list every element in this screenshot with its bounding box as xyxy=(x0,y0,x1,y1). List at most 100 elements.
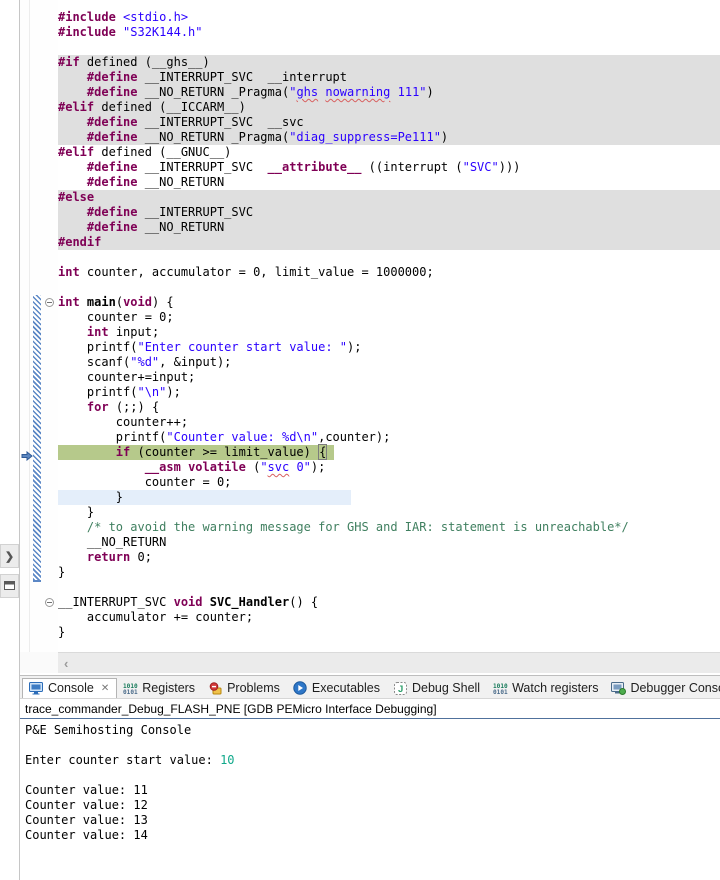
console-line: Counter value: 12 xyxy=(25,798,720,813)
code-token: "diag_suppress=Pe111" xyxy=(289,130,441,144)
code-line: int main(void) { xyxy=(58,295,720,310)
code-token: __INTERRUPT_SVC __interrupt xyxy=(137,70,347,84)
code-line: #define __NO_RETURN _Pragma("diag_suppre… xyxy=(58,130,720,145)
current-line-highlight: } xyxy=(58,490,351,505)
code-token: counter++; xyxy=(58,415,189,429)
console-title: trace_commander_Debug_FLASH_PNE [GDB PEM… xyxy=(20,699,720,719)
code-line: counter++; xyxy=(58,415,720,430)
code-token: __NO_RETURN xyxy=(137,220,225,234)
scrollbar-corner xyxy=(20,652,58,673)
code-token: void xyxy=(123,295,152,309)
code-line: printf("Counter value: %d\n",counter); xyxy=(58,430,720,445)
tab-problems[interactable]: Problems xyxy=(202,679,287,698)
quick-diff-change-bar[interactable] xyxy=(33,295,41,582)
collapse-icon[interactable] xyxy=(45,598,54,607)
horizontal-scrollbar[interactable]: ‹ xyxy=(20,652,720,673)
restore-window-button[interactable] xyxy=(0,574,19,598)
console-icon xyxy=(29,681,44,695)
code-line: #include "S32K144.h" xyxy=(58,25,720,40)
code-token: ))) xyxy=(498,160,521,174)
debugger-console-icon xyxy=(611,681,627,695)
code-line: __asm volatile ("svc 0"); xyxy=(58,460,720,475)
code-token: #endif xyxy=(58,235,102,249)
code-token: #define xyxy=(86,85,138,99)
code-line: printf("\n"); xyxy=(58,385,720,400)
code-line: #define __INTERRUPT_SVC xyxy=(58,205,720,220)
code-token: "\n" xyxy=(137,385,167,399)
code-token: ); xyxy=(166,385,181,399)
code-token: SVC_Handler xyxy=(209,595,290,609)
tab-debugger-console[interactable]: Debugger Console xyxy=(605,679,720,698)
editor-gutter[interactable] xyxy=(20,0,58,652)
tab-label: Debug Shell xyxy=(411,681,481,695)
instruction-pointer-icon xyxy=(21,448,33,462)
console-view: Console ✕ 1010 0101 Registers Problems Executa… xyxy=(20,675,720,880)
code-token: return xyxy=(86,550,131,564)
scroll-left-arrow[interactable]: ‹ xyxy=(58,657,68,670)
code-line: #define __NO_RETURN xyxy=(58,220,720,235)
scrollbar-track[interactable]: ‹ xyxy=(58,652,720,673)
code-token: scanf( xyxy=(58,355,131,369)
console-text: Counter value: 13 xyxy=(25,813,148,827)
code-token: "%d" xyxy=(130,355,160,369)
console-text: Counter value: 11 xyxy=(25,783,148,797)
code-token: #define xyxy=(86,205,138,219)
code-token: } xyxy=(58,565,66,579)
code-token: #define xyxy=(86,115,138,129)
code-line: return 0; xyxy=(58,550,720,565)
code-token: counter+=input; xyxy=(58,370,196,384)
code-token: __INTERRUPT_SVC xyxy=(137,160,268,174)
console-text: Enter counter start value: xyxy=(25,753,221,767)
close-icon[interactable]: ✕ xyxy=(101,683,109,694)
code-line: } xyxy=(58,565,720,580)
code-token: ) xyxy=(440,130,449,144)
code-line: scanf("%d", &input); xyxy=(58,355,720,370)
code-token: input; xyxy=(108,325,160,339)
code-token: __NO_RETURN _Pragma( xyxy=(137,85,290,99)
code-line: printf("Enter counter start value: "); xyxy=(58,340,720,355)
tab-debug-shell[interactable]: J Debug Shell xyxy=(387,679,487,698)
code-line: #define __NO_RETURN _Pragma("ghs nowarni… xyxy=(58,85,720,100)
code-token: #elif xyxy=(58,100,95,114)
code-line: __INTERRUPT_SVC void SVC_Handler() { xyxy=(58,595,720,610)
code-token: 111" xyxy=(390,85,427,99)
code-token: "Counter value: %d\n" xyxy=(166,430,319,444)
svg-text:J: J xyxy=(398,684,403,695)
code-line: counter+=input; xyxy=(58,370,720,385)
code-token: svc xyxy=(267,460,290,474)
tab-console[interactable]: Console ✕ xyxy=(22,678,118,698)
restore-view-button[interactable]: ❯ xyxy=(0,544,19,568)
code-token: printf( xyxy=(58,430,167,444)
code-token: ); xyxy=(310,460,326,474)
ide-window: ❯ #include <stdio.h> #include "S32K144.h"… xyxy=(0,0,720,880)
console-output[interactable]: P&E Semihosting Console Enter counter sta… xyxy=(20,719,720,843)
tab-label: Watch registers xyxy=(512,681,599,695)
code-area[interactable]: #include <stdio.h> #include "S32K144.h" #i… xyxy=(58,0,720,652)
code-token: __INTERRUPT_SVC xyxy=(137,205,254,219)
console-line: Counter value: 11 xyxy=(25,783,720,798)
tab-executables[interactable]: Executables xyxy=(287,679,387,698)
code-token: printf( xyxy=(58,340,138,354)
code-token: <stdio.h> xyxy=(123,10,189,24)
code-line: #endif xyxy=(58,235,720,250)
code-token: ) { xyxy=(151,295,174,309)
code-token: defined (__GNUC__) xyxy=(94,145,232,159)
code-token: /* to avoid the warning message for GHS … xyxy=(86,520,629,534)
code-line: #include <stdio.h> xyxy=(58,10,720,25)
code-token: accumulator += counter; xyxy=(58,610,254,624)
code-token: nowarning xyxy=(325,85,391,99)
tab-registers[interactable]: 1010 0101 Registers xyxy=(117,679,202,698)
watch-registers-icon: 1010 0101 xyxy=(493,681,508,695)
svg-text:0101: 0101 xyxy=(493,689,508,695)
tab-watch-registers[interactable]: 1010 0101 Watch registers xyxy=(487,679,605,698)
collapse-icon[interactable] xyxy=(45,298,54,307)
console-text: Counter value: 12 xyxy=(25,798,148,812)
